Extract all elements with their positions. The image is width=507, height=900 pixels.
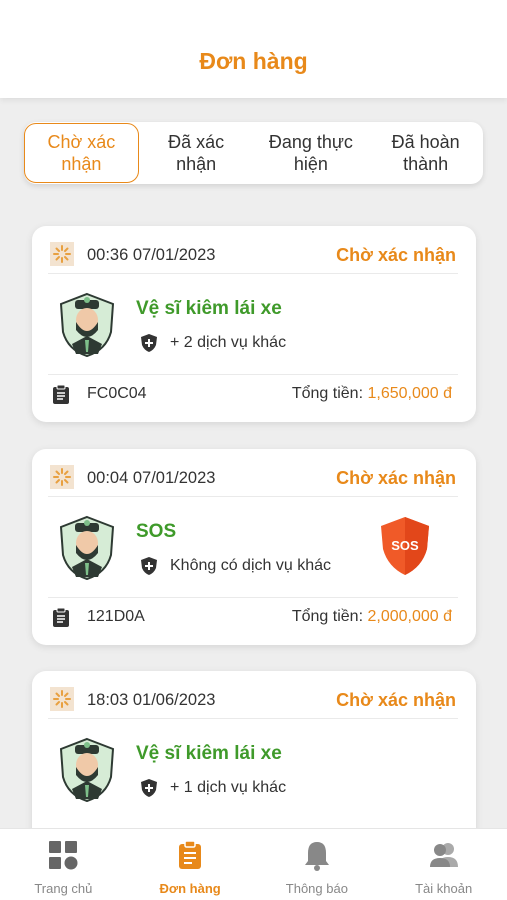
bodyguard-avatar-icon [59, 515, 115, 581]
total-amount: 1,650,000 đ [367, 385, 452, 402]
bodyguard-avatar-icon [59, 737, 115, 803]
extra-services-text: + 2 dịch vụ khác [170, 334, 287, 351]
users-icon [429, 843, 458, 867]
tab-label: Đang thực hiện [268, 132, 353, 174]
service-name: Vệ sĩ kiêm lái xe [136, 298, 282, 319]
order-code: 121D0A [87, 608, 145, 625]
service-name: SOS [136, 521, 177, 542]
extra-services: Không có dịch vụ khác [140, 555, 331, 577]
order-card[interactable]: 00:36 07/01/2023 Chờ xác nhận Vệ sĩ kiêm… [32, 226, 476, 422]
extra-services-text: + 1 dịch vụ khác [170, 779, 287, 796]
extra-services-text: Không có dịch vụ khác [170, 557, 331, 574]
total-label: Tổng tiền: [291, 608, 364, 625]
card-header: 00:04 07/01/2023 Chờ xác nhận [48, 463, 458, 497]
total-amount: 2,000,000 đ [367, 608, 452, 625]
order-code: FC0C04 [87, 385, 147, 402]
pending-spinner-icon [50, 687, 74, 711]
service-name: Vệ sĩ kiêm lái xe [136, 743, 282, 764]
order-time: 00:36 07/01/2023 [87, 246, 216, 264]
order-card[interactable]: 00:04 07/01/2023 Chờ xác nhận SOS Không … [32, 449, 476, 645]
grid-icon [49, 841, 78, 870]
nav-label: Đơn hàng [159, 881, 221, 896]
order-total: Tổng tiền: 2,000,000 đ [292, 608, 452, 626]
order-status-tabs: Chờ xác nhận Đã xác nhận Đang thực hiện … [24, 122, 483, 184]
bodyguard-avatar-icon [59, 292, 115, 358]
order-status: Chờ xác nhận [336, 245, 456, 265]
card-header: 00:36 07/01/2023 Chờ xác nhận [48, 240, 458, 274]
order-status: Chờ xác nhận [336, 690, 456, 710]
bottom-nav: Trang chủ Đơn hàng Thông báo Tài khoản [0, 828, 507, 900]
order-status: Chờ xác nhận [336, 468, 456, 488]
shield-plus-icon [141, 557, 157, 575]
tab-in-progress[interactable]: Đang thực hiện [254, 122, 369, 184]
card-header: 18:03 01/06/2023 Chờ xác nhận [48, 685, 458, 719]
shield-plus-icon [141, 334, 157, 352]
nav-label: Thông báo [285, 881, 348, 896]
clipboard-icon [53, 384, 69, 404]
order-time: 00:04 07/01/2023 [87, 469, 216, 487]
extra-services: + 2 dịch vụ khác [140, 332, 286, 354]
card-footer: 121D0A Tổng tiền: 2,000,000 đ [48, 597, 458, 631]
tab-label: Chờ xác nhận [47, 132, 116, 174]
nav-label: Tài khoản [415, 881, 473, 896]
sos-badge-label: SOS [391, 538, 419, 553]
sos-shield-icon: SOS [381, 517, 429, 575]
pending-spinner-icon [50, 242, 74, 266]
card-footer: FC0C04 Tổng tiền: 1,650,000 đ [48, 374, 458, 408]
tab-label: Đã xác nhận [168, 132, 225, 174]
tab-label: Đã hoàn thành [391, 132, 460, 174]
page-title: Đơn hàng [199, 48, 308, 74]
nav-account[interactable]: Tài khoản [380, 829, 507, 900]
pending-spinner-icon [50, 465, 74, 489]
total-label: Tổng tiền: [291, 385, 364, 402]
header: Đơn hàng [0, 0, 507, 98]
nav-home[interactable]: Trang chủ [0, 829, 127, 900]
tab-pending[interactable]: Chờ xác nhận [24, 123, 139, 183]
nav-orders[interactable]: Đơn hàng [127, 829, 254, 900]
tab-completed[interactable]: Đã hoàn thành [368, 122, 483, 184]
order-time: 18:03 01/06/2023 [87, 691, 216, 709]
nav-notifications[interactable]: Thông báo [254, 829, 381, 900]
clipboard-icon [179, 840, 202, 869]
tab-confirmed[interactable]: Đã xác nhận [139, 122, 254, 184]
clipboard-icon [53, 607, 69, 627]
nav-label: Trang chủ [34, 881, 93, 896]
bell-icon [304, 842, 329, 871]
shield-plus-icon [141, 779, 157, 797]
order-total: Tổng tiền: 1,650,000 đ [292, 385, 452, 403]
extra-services: + 1 dịch vụ khác [140, 777, 286, 799]
